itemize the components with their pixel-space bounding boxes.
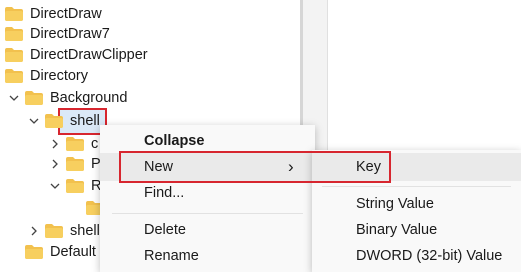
menu-separator (112, 213, 303, 214)
folder-icon (5, 69, 23, 83)
folder-icon (5, 27, 23, 41)
menu-item-label: Find... (144, 185, 185, 201)
folder-icon (5, 7, 23, 21)
tree-item-r[interactable]: R (0, 175, 101, 197)
tree-item-label: DirectDrawClipper (30, 47, 148, 63)
chevron-right-icon[interactable] (29, 226, 39, 236)
folder-icon (66, 179, 84, 193)
chevron-down-icon[interactable] (50, 181, 60, 191)
tree-item-label: DirectDraw (30, 6, 102, 22)
new-key-highlight (119, 151, 391, 183)
menu-item-binary-value[interactable]: Binary Value (312, 216, 521, 244)
tree-item-child[interactable] (0, 197, 104, 219)
tree-item-directdraw[interactable]: DirectDraw (0, 3, 300, 25)
folder-icon (66, 137, 84, 151)
menu-separator (322, 186, 511, 187)
menu-item-label: Binary Value (356, 222, 438, 238)
tree-item-shellex[interactable]: shell (0, 220, 100, 242)
tree-item-directdrawclipper[interactable]: DirectDrawClipper (0, 44, 300, 66)
tree-item-label: DirectDraw7 (30, 26, 110, 42)
menu-item-delete[interactable]: Delete (100, 216, 315, 244)
tree-item-p[interactable]: P (0, 153, 101, 175)
tree-item-directdraw7[interactable]: DirectDraw7 (0, 23, 300, 45)
menu-item-rename[interactable]: Rename (100, 242, 315, 270)
folder-icon (45, 224, 63, 238)
tree-item-label: c (91, 136, 99, 152)
tree-item-label: shell (70, 113, 100, 129)
folder-icon (25, 245, 43, 259)
menu-item-string-value[interactable]: String Value (312, 190, 521, 218)
folder-icon (5, 48, 23, 62)
context-menu: Collapse New › Find... Delete Rename (100, 125, 315, 272)
menu-item-find[interactable]: Find... (100, 179, 315, 207)
tree-item-background[interactable]: Background (0, 87, 300, 109)
tree-item-label: shell (70, 223, 100, 239)
tree-item-label: Background (50, 90, 128, 106)
chevron-right-icon[interactable] (50, 139, 60, 149)
menu-item-label: String Value (356, 196, 434, 212)
chevron-down-icon[interactable] (29, 116, 39, 126)
chevron-right-icon[interactable] (50, 159, 60, 169)
folder-icon (25, 91, 43, 105)
tree-item-directory[interactable]: Directory (0, 65, 300, 87)
tree-item-c[interactable]: c (0, 133, 100, 155)
folder-icon (45, 114, 63, 128)
tree-item-default[interactable]: Default (0, 241, 100, 263)
tree-item-label: Default (50, 244, 96, 260)
menu-item-label: Rename (144, 248, 199, 264)
chevron-down-icon[interactable] (9, 93, 19, 103)
menu-item-dword-value[interactable]: DWORD (32-bit) Value (312, 242, 521, 270)
tree-item-label: Directory (30, 68, 89, 84)
folder-icon (66, 157, 84, 171)
menu-item-label: Delete (144, 222, 186, 238)
menu-item-label: DWORD (32-bit) Value (356, 248, 503, 264)
